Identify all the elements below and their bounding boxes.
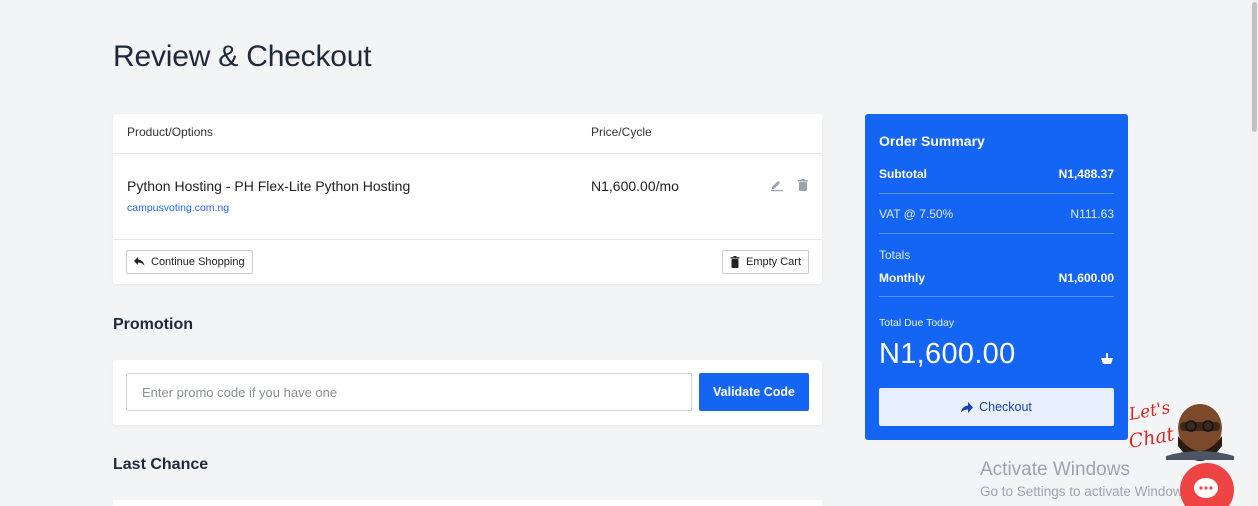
product-price: N1,600.00/mo <box>591 178 679 194</box>
promo-code-input[interactable] <box>126 373 692 411</box>
arrow-right-icon <box>961 401 974 413</box>
scrollbar[interactable] <box>1250 0 1258 506</box>
page-title: Review & Checkout <box>113 40 372 73</box>
vat-row: VAT @ 7.50% N111.63 <box>879 207 1114 221</box>
monthly-row: Monthly N1,600.00 <box>879 271 1114 285</box>
order-summary: Order Summary Subtotal N1,488.37 VAT @ 7… <box>865 114 1128 440</box>
last-chance-card <box>113 500 822 506</box>
cart-item: Python Hosting - PH Flex-Lite Python Hos… <box>113 154 822 240</box>
order-summary-title: Order Summary <box>879 133 985 149</box>
reply-arrow-icon <box>134 257 145 266</box>
last-chance-title: Last Chance <box>113 456 209 473</box>
trash-icon[interactable] <box>796 178 810 192</box>
divider <box>879 233 1114 234</box>
monthly-label: Monthly <box>879 271 925 285</box>
divider <box>879 193 1114 194</box>
total-due-amount: N1,600.00 <box>879 338 1016 370</box>
activate-windows-title: Activate Windows <box>980 459 1130 480</box>
cart-header: Product/Options Price/Cycle <box>113 114 822 154</box>
totals-label: Totals <box>879 248 911 262</box>
chat-widget[interactable]: Let's Chat <box>1126 396 1238 506</box>
pencil-icon[interactable] <box>770 178 784 192</box>
subtotal-label: Subtotal <box>879 167 927 181</box>
total-due-label: Total Due Today <box>879 317 955 329</box>
empty-cart-button[interactable]: Empty Cart <box>721 250 809 274</box>
monthly-value: N1,600.00 <box>1058 271 1114 285</box>
column-header-product: Product/Options <box>127 125 214 139</box>
validate-code-button[interactable]: Validate Code <box>699 373 809 411</box>
continue-shopping-label: Continue Shopping <box>151 256 245 268</box>
vat-label: VAT @ 7.50% <box>879 207 954 221</box>
trash-icon <box>730 256 740 268</box>
cart-card: Product/Options Price/Cycle Python Hosti… <box>113 114 822 284</box>
lets-chat-logo: Let's Chat <box>1126 398 1176 453</box>
product-name: Python Hosting - PH Flex-Lite Python Hos… <box>127 178 411 194</box>
svg-text:Chat: Chat <box>1128 423 1176 453</box>
empty-cart-label: Empty Cart <box>745 256 801 268</box>
product-domain-link[interactable]: campusvoting.com.ng <box>127 202 229 214</box>
promo-card: Validate Code <box>113 360 822 425</box>
continue-shopping-button[interactable]: Continue Shopping <box>126 250 253 274</box>
checkout-button[interactable]: Checkout <box>879 388 1114 426</box>
scrollbar-thumb[interactable] <box>1252 2 1257 132</box>
svg-text:Let's: Let's <box>1128 398 1172 425</box>
subtotal-row: Subtotal N1,488.37 <box>879 167 1114 181</box>
column-header-price: Price/Cycle <box>591 125 652 139</box>
divider <box>879 296 1114 297</box>
subtotal-value: N1,488.37 <box>1058 167 1114 181</box>
cart-icon <box>1101 353 1113 364</box>
promotion-title: Promotion <box>113 316 193 333</box>
checkout-label: Checkout <box>979 400 1032 414</box>
cart-footer: Continue Shopping Empty Cart <box>113 240 822 284</box>
vat-value: N111.63 <box>1070 207 1114 221</box>
